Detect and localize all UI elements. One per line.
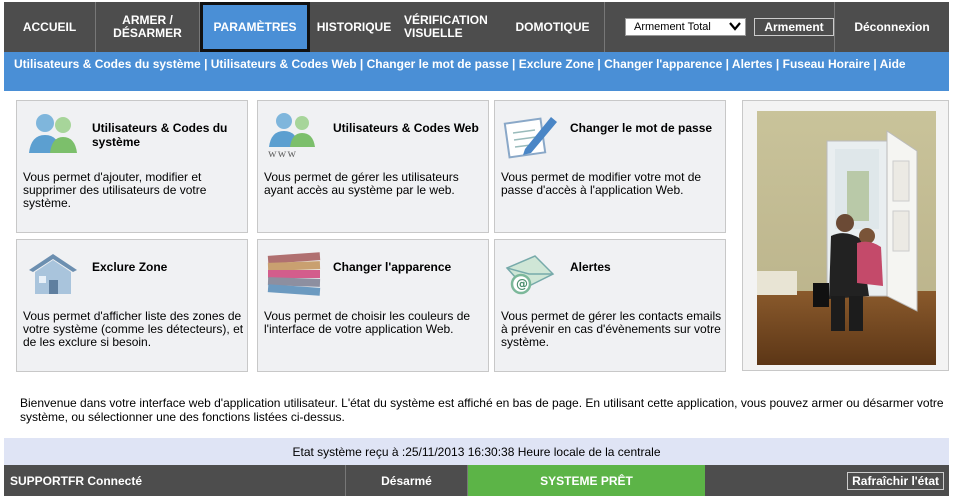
refresh-status-button[interactable]: Rafraîchir l'état	[847, 471, 944, 490]
welcome-text: Bienvenue dans votre interface web d'app…	[20, 396, 944, 424]
subnav-link-exclude-zone[interactable]: Exclure Zone	[519, 57, 594, 71]
deconnexion-button[interactable]: Déconnexion	[835, 2, 949, 52]
status-received-text: Etat système reçu à :25/11/2013 16:30:38…	[292, 444, 661, 459]
armement-button[interactable]: Armement	[754, 18, 834, 36]
tile-title: Alertes	[570, 260, 611, 274]
subnav-link-users-system[interactable]: Utilisateurs & Codes du système	[14, 57, 201, 71]
subnav-link-appearance[interactable]: Changer l'apparence	[604, 57, 722, 71]
chevron-down-icon	[729, 20, 741, 34]
house-icon	[23, 248, 85, 300]
arm-mode-value: Armement Total	[634, 21, 711, 33]
tile-title: Utilisateurs & Codes Web	[333, 121, 479, 135]
subnav-link-users-web[interactable]: Utilisateurs & Codes Web	[211, 57, 357, 71]
subnav-link-timezone[interactable]: Fuseau Horaire	[783, 57, 870, 71]
family-door-photo	[757, 111, 936, 365]
nav-parametres[interactable]: PARAMÈTRES	[200, 2, 310, 52]
tile-alerts[interactable]: @ Alertes Vous permet de gérer les conta…	[494, 239, 726, 372]
nav-armer-line2: DÉSARMER	[113, 26, 182, 40]
tile-description: Vous permet d'afficher liste des zones d…	[23, 309, 244, 349]
subnav-link-alerts[interactable]: Alertes	[732, 57, 773, 71]
subnav-link-change-password[interactable]: Changer le mot de passe	[367, 57, 509, 71]
connected-user: SUPPORTFR Connecté	[4, 465, 346, 496]
arm-state-badge: Désarmé	[346, 465, 468, 496]
nav-historique[interactable]: HISTORIQUE	[310, 2, 398, 52]
tile-description: Vous permet d'ajouter, modifier et suppr…	[23, 170, 207, 210]
system-ready-badge: SYSTEME PRÊT	[468, 465, 705, 496]
tile-exclude-zone[interactable]: Exclure Zone Vous permet d'afficher list…	[16, 239, 248, 372]
arm-controls: Armement Total Armement	[605, 2, 835, 52]
arm-mode-select[interactable]: Armement Total	[625, 18, 746, 36]
tile-description: Vous permet de choisir les couleurs de l…	[264, 309, 471, 336]
tile-title: Changer l'apparence	[333, 260, 452, 274]
users-icon	[23, 109, 85, 161]
palette-icon	[264, 248, 326, 300]
footer-bar: SUPPORTFR Connecté Désarmé SYSTEME PRÊT …	[4, 465, 949, 496]
tile-description: Vous permet de modifier votre mot de pas…	[501, 170, 702, 197]
top-nav: ACCUEIL ARMER / DÉSARMER PARAMÈTRES HISTO…	[4, 2, 949, 52]
web-users-icon: www	[264, 109, 326, 161]
email-icon: @	[501, 248, 563, 300]
nav-accueil[interactable]: ACCUEIL	[4, 2, 96, 52]
pen-icon	[501, 109, 563, 161]
refresh-area: Rafraîchir l'état	[705, 465, 949, 496]
subnav-link-help[interactable]: Aide	[880, 57, 906, 71]
tile-title: Changer le mot de passe	[570, 121, 713, 135]
tile-users-web[interactable]: www Utilisateurs & Codes Web Vous permet…	[257, 100, 489, 233]
www-label: www	[268, 146, 297, 160]
tile-description: Vous permet de gérer les contacts emails…	[501, 309, 722, 349]
svg-text:@: @	[516, 277, 528, 291]
nav-verification-visuelle[interactable]: VÉRIFICATION VISUELLE	[398, 2, 501, 52]
welcome-photo-frame	[742, 100, 949, 371]
tile-title: Exclure Zone	[92, 260, 168, 274]
tile-description: Vous permet de gérer les utilisateurs ay…	[264, 170, 459, 197]
nav-domotique[interactable]: DOMOTIQUE	[501, 2, 605, 52]
tile-appearance[interactable]: Changer l'apparence Vous permet de chois…	[257, 239, 489, 372]
nav-armer-desarmer[interactable]: ARMER / DÉSARMER	[96, 2, 200, 52]
tile-title: Utilisateurs & Codes du système	[92, 121, 228, 149]
system-status-line: Etat système reçu à :25/11/2013 16:30:38…	[4, 438, 949, 465]
tile-users-system[interactable]: Utilisateurs & Codes du système Vous per…	[16, 100, 248, 233]
sub-nav: Utilisateurs & Codes du système | Utilis…	[4, 52, 949, 91]
nav-verif-line2: VISUELLE	[404, 26, 463, 40]
tile-change-password[interactable]: Changer le mot de passe Vous permet de m…	[494, 100, 726, 233]
